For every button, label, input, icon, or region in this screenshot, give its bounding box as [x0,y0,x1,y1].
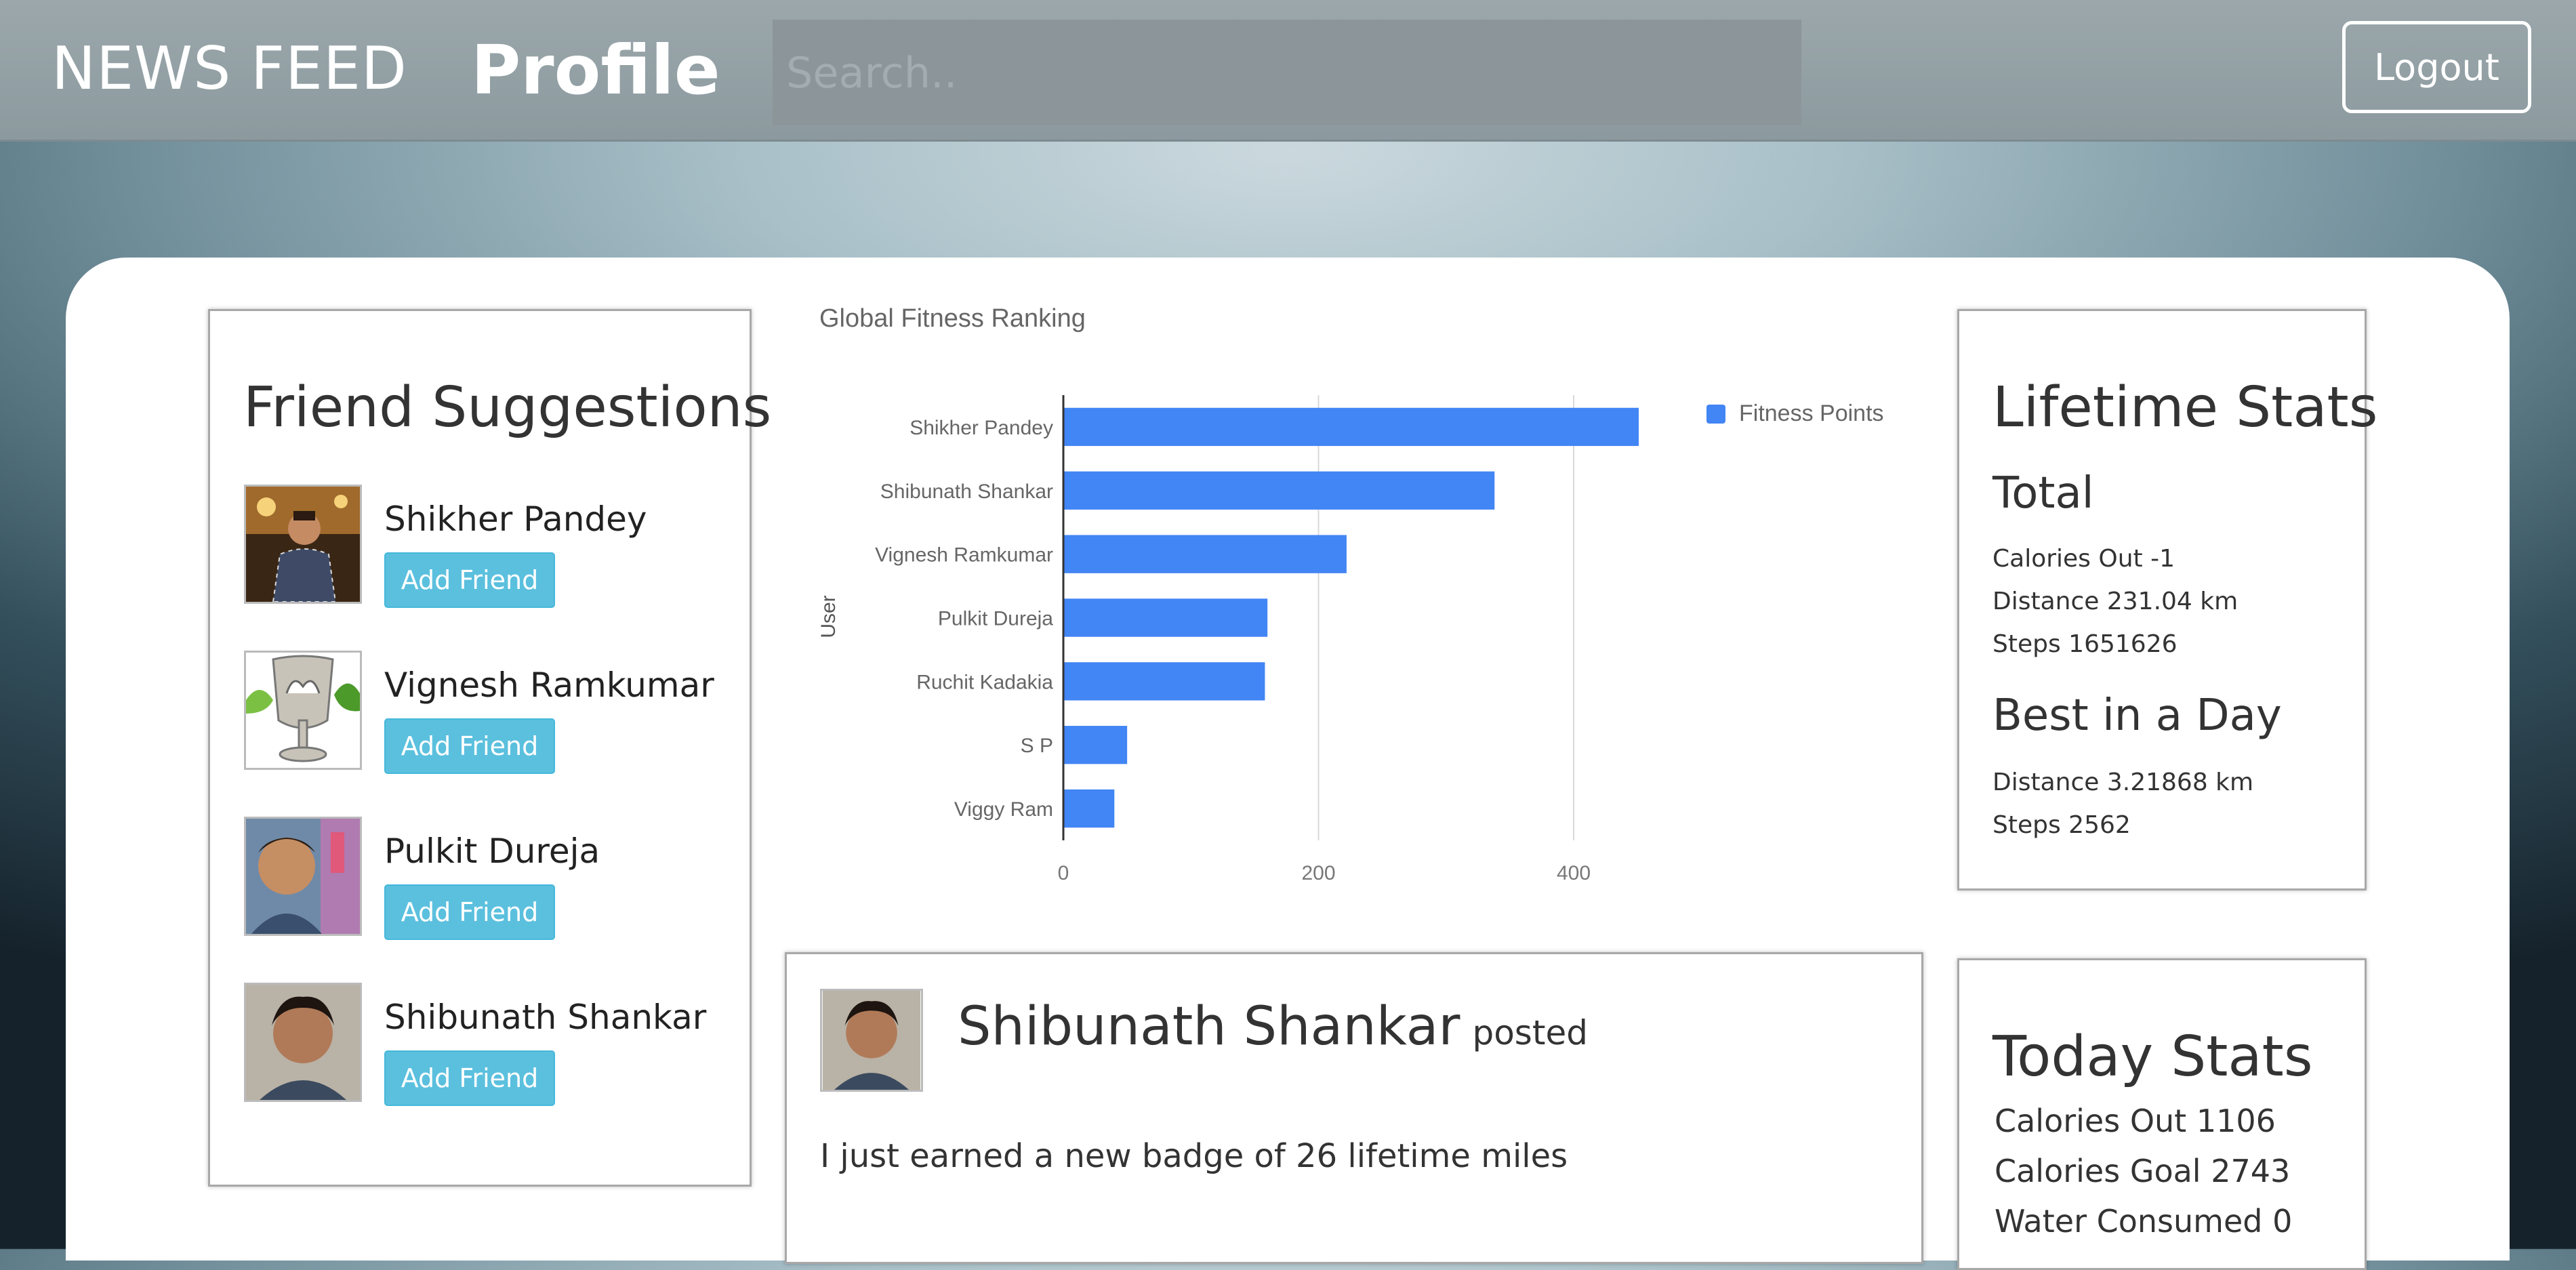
chart-y-tick-label: Ruchit Kadakia [916,671,1053,693]
lifetime-steps: Steps 1651626 [1992,630,2178,658]
add-friend-button[interactable]: Add Friend [384,552,555,608]
chart-y-tick-label: Vignesh Ramkumar [875,544,1053,567]
chart-x-tick-label: 400 [1557,862,1591,884]
chart-y-tick-label: Viggy Ram [954,798,1053,821]
friend-suggestions-panel: Friend Suggestions Shikher Pandey Add Fr… [208,309,771,1187]
add-friend-button[interactable]: Add Friend [384,884,555,940]
friend-name[interactable]: Vignesh Ramkumar [384,665,714,705]
chart-svg: Global Fitness Ranking 0 200 400 Shikher Pan… [817,304,1884,884]
chart-legend-label: Fitness Points [1739,401,1884,426]
friend-name[interactable]: Pulkit Dureja [384,832,600,871]
chart-y-tick-label: Shibunath Shankar [880,480,1053,503]
chart-x-tick-label: 0 [1058,862,1069,884]
best-in-a-day-heading: Best in a Day [1992,691,2282,741]
avatar[interactable] [244,983,362,1102]
logout-button[interactable]: Logout [2342,21,2531,113]
avatar[interactable] [244,651,362,770]
today-calories-goal: Calories Goal 2743 [1995,1153,2291,1189]
friend-name[interactable]: Shikher Pandey [384,499,647,539]
avatar[interactable] [244,485,362,604]
friend-suggestions-title: Friend Suggestions [243,375,772,440]
avatar[interactable] [244,817,362,936]
friend-suggestion-item: Shikher Pandey Add Friend [244,485,732,608]
chart-bar [1063,789,1115,828]
chart-bar [1063,535,1347,573]
friend-suggestion-item: Vignesh Ramkumar Add Friend [244,651,732,774]
nav-profile-link[interactable]: Profile [471,30,720,110]
chart-title: Global Fitness Ranking [819,304,1086,333]
lifetime-distance: Distance 231.04 km [1992,588,2238,615]
lifetime-calories-out: Calories Out -1 [1992,545,2175,573]
chart-bar [1063,662,1265,701]
fitness-ranking-chart: Global Fitness Ranking 0 200 400 Shikher Pan… [786,298,1911,908]
chart-x-tick-label: 200 [1301,862,1335,884]
best-steps: Steps 2562 [1992,811,2131,839]
avatar[interactable] [820,989,923,1092]
lifetime-stats-panel: Lifetime Stats Total Calories Out -1 Dis… [1957,309,2377,890]
friend-suggestion-item: Shibunath Shankar Add Friend [244,983,732,1106]
today-water-consumed: Water Consumed 0 [1995,1203,2293,1240]
top-navbar: NEWS FEED Profile Logout [0,0,2576,142]
add-friend-button[interactable]: Add Friend [384,718,555,774]
chart-y-axis-title: User [817,595,840,638]
today-calories-out: Calories Out 1106 [1995,1103,2276,1139]
chart-bar [1063,598,1268,637]
news-post-card: Shibunath Shankar posted I just earned a … [785,952,1923,1264]
friend-name[interactable]: Shibunath Shankar [384,998,706,1037]
today-stats-panel: Today Stats Calories Out 1106 Calories G… [1957,958,2367,1270]
lifetime-total-heading: Total [1992,468,2094,518]
best-distance: Distance 3.21868 km [1992,769,2254,796]
chart-bar [1063,726,1128,764]
chart-y-tick-label: Shikher Pandey [909,417,1053,439]
post-verb: posted [1472,1013,1588,1052]
search-input[interactable] [773,20,1801,125]
post-author[interactable]: Shibunath Shankar posted [958,996,1588,1057]
chart-y-tick-label: S P [1021,735,1053,757]
nav-news-feed-link[interactable]: NEWS FEED [52,34,407,103]
chart-bar [1063,471,1495,510]
lifetime-stats-title: Lifetime Stats [1992,375,2378,440]
today-stats-title: Today Stats [1992,1025,2313,1089]
post-text: I just earned a new badge of 26 lifetime… [820,1137,1568,1175]
friend-suggestion-item: Pulkit Dureja Add Friend [244,817,732,940]
add-friend-button[interactable]: Add Friend [384,1050,555,1106]
chart-bar [1063,407,1639,447]
post-author-name[interactable]: Shibunath Shankar [958,996,1460,1057]
chart-legend-swatch [1706,405,1725,424]
chart-y-tick-label: Pulkit Dureja [938,608,1053,630]
